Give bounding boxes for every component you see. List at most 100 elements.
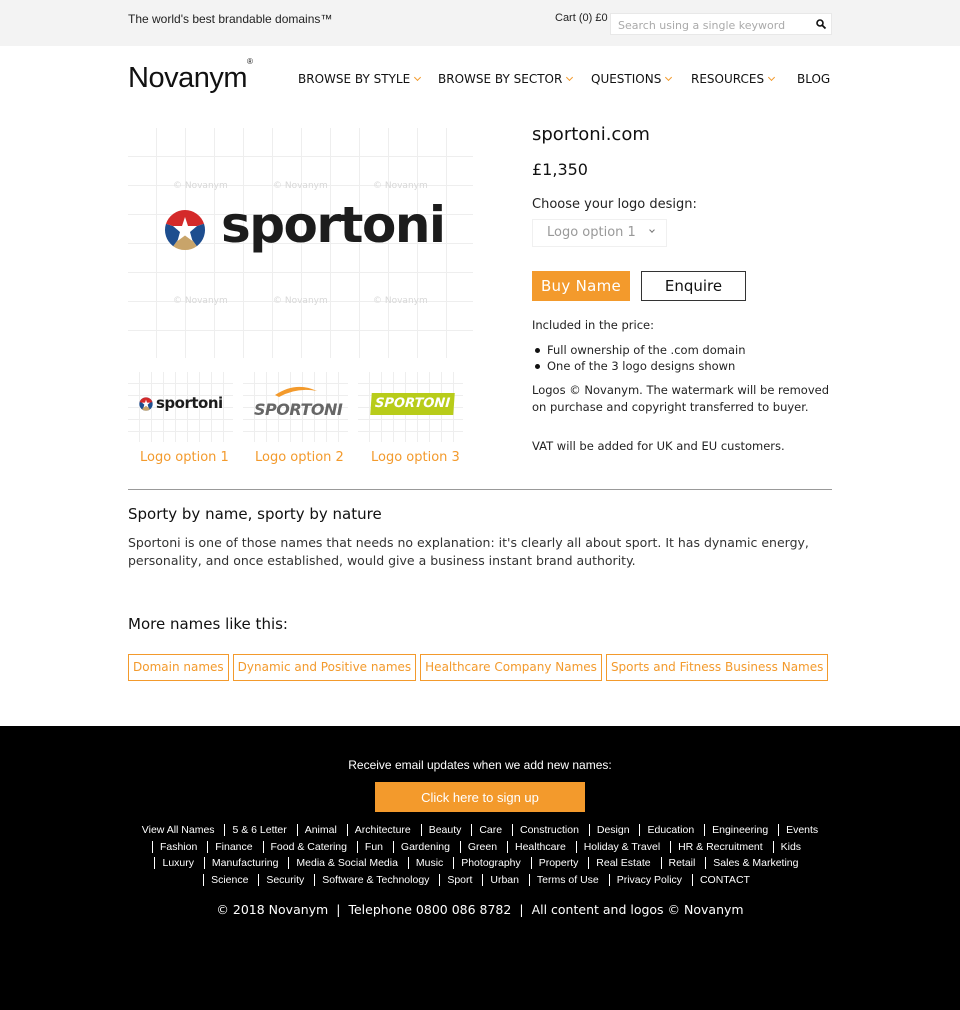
enquire-button[interactable]: Enquire: [641, 271, 746, 301]
footer-copyright: © 2018 Novanym | Telephone 0800 086 8782 | A…: [216, 902, 744, 917]
footer-link[interactable]: 5 & 6 Letter: [224, 824, 294, 836]
selected-option: Logo option 1: [547, 225, 636, 240]
tagline: The world's best brandable domains™: [128, 12, 333, 26]
thumbnail-logo-option-1[interactable]: sportoni: [128, 372, 233, 442]
footer-link[interactable]: Science: [203, 873, 256, 886]
footer-link[interactable]: Green: [459, 840, 505, 853]
footer-link[interactable]: Privacy Policy: [608, 873, 690, 886]
thumbnail-wordmark: sportoni: [156, 394, 223, 412]
footer-link[interactable]: Property: [530, 857, 586, 869]
description-text: Sportoni is one of those names that need…: [128, 535, 809, 568]
footer-link[interactable]: Fun: [356, 840, 390, 853]
footer-link[interactable]: Care: [471, 824, 510, 836]
choose-logo-label: Choose your logo design:: [532, 197, 697, 212]
site-logo[interactable]: Novanym®: [128, 57, 253, 95]
included-list: Full ownership of the .com domain One of…: [532, 342, 746, 374]
star-logo-icon: [164, 210, 206, 251]
footer-link[interactable]: Retail: [660, 857, 703, 869]
footer-link[interactable]: Fashion: [151, 840, 205, 853]
search-box: [610, 13, 832, 36]
buy-name-button[interactable]: Buy Name: [532, 271, 630, 301]
footer-link[interactable]: Holiday & Travel: [575, 840, 668, 853]
sign-up-button[interactable]: Click here to sign up: [375, 782, 585, 812]
watermark: © Novanym: [373, 181, 428, 191]
list-item: One of the 3 logo designs shown: [532, 358, 746, 374]
footer-link[interactable]: Sport: [439, 873, 480, 886]
footer: Receive email updates when we add new na…: [0, 726, 960, 1010]
tag-dynamic-positive[interactable]: Dynamic and Positive names: [232, 654, 417, 681]
chevron-down-icon: [665, 73, 673, 82]
included-label: Included in the price:: [532, 318, 654, 332]
watermark: © Novanym: [173, 181, 228, 191]
divider: [128, 489, 832, 490]
copyright: © 2018 Novanym: [216, 902, 329, 917]
tag-healthcare[interactable]: Healthcare Company Names: [420, 654, 602, 681]
footer-link[interactable]: Media & Social Media: [288, 857, 405, 869]
footer-link[interactable]: Animal: [296, 824, 344, 836]
thumbnail-logo-option-3[interactable]: SPORTONI: [358, 372, 463, 442]
watermark: © Novanym: [173, 296, 228, 306]
more-names-heading: More names like this:: [128, 615, 288, 633]
main-logo-image: © Novanym © Novanym © Novanym © Novanym …: [128, 128, 473, 358]
footer-link[interactable]: Manufacturing: [203, 857, 286, 869]
footer-link[interactable]: View All Names: [135, 824, 222, 836]
nav-browse-by-sector[interactable]: BROWSE BY SECTOR: [438, 72, 574, 86]
footer-link[interactable]: Events: [778, 824, 826, 836]
search-input[interactable]: [611, 15, 801, 36]
watermark: © Novanym: [373, 296, 428, 306]
price: £1,350: [532, 160, 588, 179]
nav-resources[interactable]: RESOURCES: [691, 72, 776, 86]
footer-link[interactable]: Beauty: [420, 824, 469, 836]
footer-links: View All Names 5 & 6 Letter Animal Archi…: [128, 822, 832, 888]
nav-questions[interactable]: QUESTIONS: [591, 72, 673, 86]
top-bar: The world's best brandable domains™ Cart…: [0, 0, 960, 46]
nav-blog[interactable]: BLOG: [797, 72, 830, 86]
footer-link[interactable]: Real Estate: [588, 857, 658, 869]
footer-link[interactable]: CONTACT: [691, 873, 757, 886]
nav-browse-by-style[interactable]: BROWSE BY STYLE: [298, 72, 422, 86]
footer-link[interactable]: Sales & Marketing: [705, 857, 806, 869]
footer-link[interactable]: Photography: [453, 857, 528, 869]
watermark: © Novanym: [273, 296, 328, 306]
logos-note: Logos © Novanym. The watermark will be r…: [532, 383, 830, 414]
search-icon[interactable]: [815, 18, 827, 30]
footer-link[interactable]: Finance: [207, 840, 260, 853]
logo-option-3-link[interactable]: Logo option 3: [371, 450, 460, 465]
tag-list: Domain names Dynamic and Positive names …: [128, 654, 829, 681]
rights-note: All content and logos © Novanym: [531, 902, 744, 917]
telephone[interactable]: Telephone 0800 086 8782: [348, 902, 511, 917]
footer-link[interactable]: Education: [639, 824, 702, 836]
logo-option-1-link[interactable]: Logo option 1: [140, 450, 229, 465]
footer-link[interactable]: Security: [258, 873, 312, 886]
tag-domain-names[interactable]: Domain names: [128, 654, 229, 681]
footer-link[interactable]: Gardening: [392, 840, 457, 853]
cart-link[interactable]: Cart (0) £0: [555, 12, 608, 24]
footer-link[interactable]: HR & Recruitment: [670, 840, 770, 853]
watermark: © Novanym: [273, 181, 328, 191]
footer-link[interactable]: Software & Technology: [314, 873, 437, 886]
footer-link[interactable]: Terms of Use: [528, 873, 606, 886]
chevron-down-icon: [768, 73, 776, 82]
footer-link[interactable]: Healthcare: [507, 840, 573, 853]
footer-link[interactable]: Construction: [512, 824, 586, 836]
footer-link[interactable]: Architecture: [346, 824, 418, 836]
footer-link[interactable]: Food & Catering: [262, 840, 354, 853]
footer-link[interactable]: Urban: [482, 873, 526, 886]
footer-link[interactable]: Engineering: [704, 824, 776, 836]
description-heading: Sporty by name, sporty by nature: [128, 505, 382, 523]
thumbnail-logo-option-2[interactable]: SPORTONI: [243, 372, 348, 442]
footer-link[interactable]: Kids: [772, 840, 809, 853]
vat-note: VAT will be added for UK and EU customer…: [532, 439, 785, 453]
tag-sports-fitness[interactable]: Sports and Fitness Business Names: [605, 654, 829, 681]
star-logo-icon: [139, 397, 153, 411]
footer-link[interactable]: Design: [588, 824, 637, 836]
thumbnail-wordmark: SPORTONI: [254, 400, 343, 419]
list-item: Full ownership of the .com domain: [532, 342, 746, 358]
swoosh-icon: [275, 386, 317, 397]
logo-option-2-link[interactable]: Logo option 2: [255, 450, 344, 465]
domain-title: sportoni.com: [532, 124, 650, 145]
footer-link[interactable]: Music: [407, 857, 451, 869]
footer-link[interactable]: Luxury: [154, 857, 201, 869]
logo-option-select[interactable]: Logo option 1: [532, 219, 667, 247]
email-updates-text: Receive email updates when we add new na…: [348, 758, 612, 772]
